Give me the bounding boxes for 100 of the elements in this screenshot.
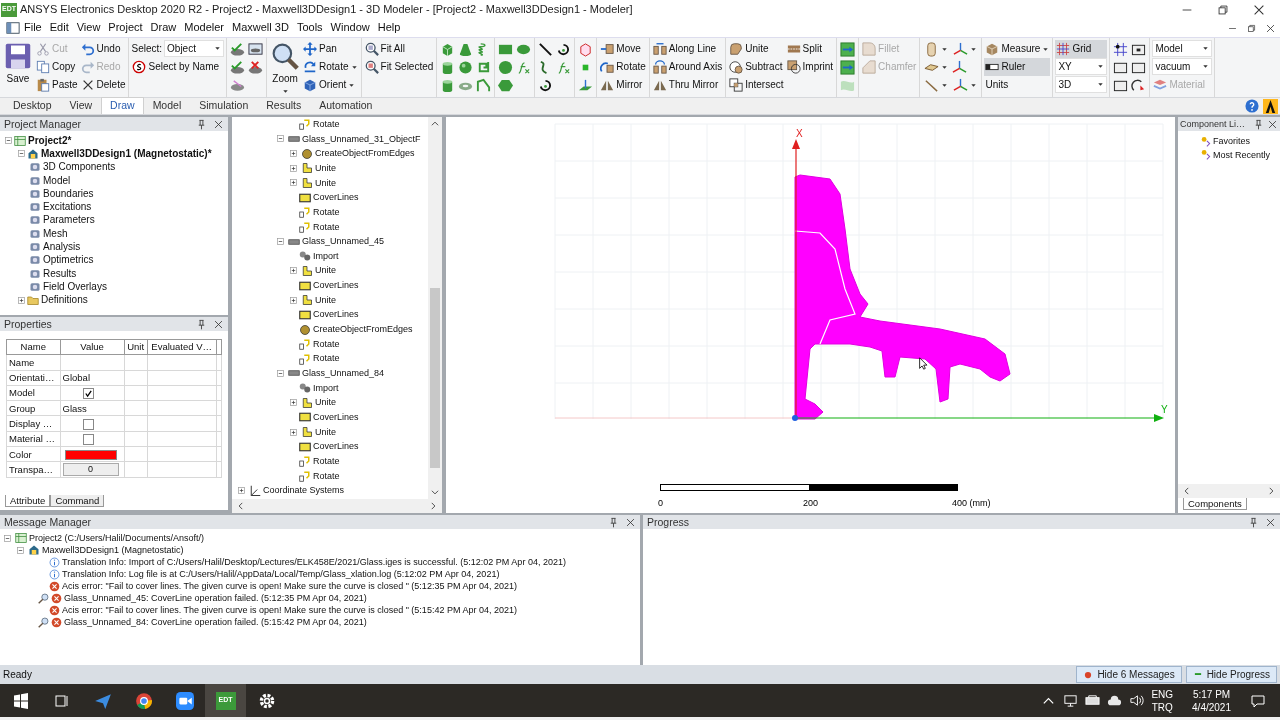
ribbon-tab[interactable]: Desktop — [4, 97, 61, 114]
tree-item[interactable]: 3D Components — [41, 161, 118, 174]
ribbon-button[interactable]: Along Line — [651, 40, 724, 58]
color-swatch[interactable] — [64, 449, 117, 460]
collapse-toggle-icon[interactable] — [2, 532, 13, 544]
pin-icon[interactable] — [608, 516, 619, 528]
monitor-icon[interactable] — [248, 41, 264, 57]
cone-icon[interactable] — [458, 41, 474, 57]
status-button[interactable]: Hide Progress — [1185, 666, 1277, 683]
circle-icon[interactable] — [498, 59, 514, 75]
tree-item[interactable]: Boundaries — [41, 187, 96, 200]
expand-toggle-icon[interactable] — [288, 162, 299, 174]
close-icon[interactable] — [625, 516, 636, 528]
pin-icon[interactable] — [1248, 516, 1259, 528]
tree-item[interactable]: Unite — [315, 294, 336, 306]
select-dropdown[interactable]: Model — [1152, 40, 1213, 57]
arc-icon[interactable] — [556, 41, 572, 57]
panel-tab[interactable]: Command — [50, 494, 105, 507]
tree-item[interactable]: Maxwell3DDesign1 (Magnetostatic)* — [39, 147, 214, 160]
ribbon-button[interactable]: Pan — [302, 40, 359, 58]
ribbon-button[interactable]: Imprint — [785, 58, 835, 76]
ribbon-button[interactable]: Fit Selected — [363, 58, 435, 76]
tree-item[interactable]: CreateObjectFromEdges — [313, 324, 413, 335]
expand-toggle-icon[interactable] — [236, 485, 247, 497]
restore-icon[interactable] — [1246, 22, 1257, 34]
close-icon[interactable] — [1265, 22, 1276, 34]
collapse-toggle-icon[interactable] — [3, 135, 14, 147]
close-icon[interactable] — [1265, 516, 1276, 528]
tree-item[interactable]: Rotate — [313, 353, 340, 365]
ribbon-button[interactable]: Split — [785, 40, 835, 58]
magnifier-icon[interactable] — [38, 616, 49, 628]
tree-item[interactable]: Field Overlays — [41, 280, 109, 293]
checkbox[interactable] — [82, 433, 94, 445]
spiral-icon[interactable] — [476, 59, 492, 75]
ribbon-button[interactable]: Intersect — [728, 76, 785, 94]
ribbon-button[interactable]: Units — [984, 76, 1051, 94]
window-icon[interactable] — [6, 21, 20, 35]
close-icon[interactable] — [213, 318, 224, 330]
tree-item[interactable]: Glass_Unnamed_84 — [302, 368, 385, 379]
menu-item[interactable]: Project — [104, 21, 147, 35]
panel-tab[interactable]: Attribute — [5, 494, 51, 507]
glass-profile-drawing[interactable] — [794, 174, 1011, 420]
speaker-icon[interactable] — [1129, 693, 1145, 708]
collapse-toggle-icon[interactable] — [275, 368, 286, 379]
line-icon[interactable] — [538, 41, 554, 57]
ribbon-button[interactable]: Undo — [79, 40, 127, 58]
tree-item[interactable]: Unite — [315, 426, 336, 438]
tree-item[interactable]: CoverLines — [313, 280, 359, 291]
close-icon[interactable] — [213, 118, 224, 130]
arrow-square-icon[interactable] — [840, 41, 856, 57]
notification-icon[interactable] — [1250, 692, 1266, 709]
tree-item[interactable]: Rotate — [313, 118, 340, 130]
status-button[interactable]: Hide 6 Messages — [1076, 666, 1182, 683]
tree-item[interactable]: Rotate — [313, 456, 340, 467]
ribbon-button[interactable]: Measure — [984, 40, 1051, 58]
tree-item[interactable]: Glass_Unnamed_31_ObjectF — [302, 133, 421, 145]
select-dropdown[interactable]: 3D — [1055, 76, 1108, 93]
expand-toggle-icon[interactable] — [288, 265, 299, 277]
ribbon-tab[interactable]: Draw — [101, 97, 144, 114]
pin-icon[interactable] — [196, 318, 207, 330]
arc-icon[interactable] — [538, 77, 554, 93]
tree-item[interactable]: CoverLines — [313, 412, 359, 423]
menu-item[interactable]: Edit — [45, 21, 73, 35]
device-icon[interactable] — [1085, 693, 1101, 708]
tree-item[interactable]: Glass_Unnamed_45 — [302, 236, 385, 247]
ribbon-button[interactable]: Rotate — [302, 58, 359, 76]
tree-item[interactable]: CoverLines — [313, 192, 359, 203]
tree-item[interactable]: Optimetrics — [41, 254, 96, 267]
tree-item[interactable]: Unite — [315, 265, 336, 277]
tree-item[interactable]: Rotate — [313, 206, 340, 218]
check-disc-icon[interactable] — [230, 41, 246, 57]
sphere-icon[interactable] — [458, 59, 474, 75]
tree-item[interactable]: Mesh — [41, 227, 70, 240]
scrollbar[interactable] — [232, 499, 442, 513]
equation-curve-icon[interactable] — [516, 59, 532, 75]
checkbox[interactable] — [82, 388, 94, 400]
box-outline-icon[interactable] — [578, 41, 594, 57]
menu-item[interactable]: Help — [373, 21, 405, 35]
ribbon-button[interactable]: Save — [2, 40, 34, 94]
tree-item[interactable]: Excitations — [41, 201, 94, 214]
hexagon-icon[interactable] — [498, 77, 514, 93]
select-dropdown[interactable]: vacuum — [1152, 58, 1213, 75]
clock-time[interactable]: 5:17 PM — [1192, 687, 1231, 701]
tree-item[interactable]: Rotate — [313, 470, 340, 482]
tree-item[interactable]: CoverLines — [313, 441, 359, 453]
ribbon-button[interactable]: Paste — [35, 76, 79, 94]
tree-item[interactable]: Unite — [315, 177, 336, 189]
tree-item[interactable]: Project2 (C:/Users/Halil/Documents/Ansoft/) — [29, 532, 205, 544]
ribbon-button[interactable]: Delete — [79, 76, 127, 94]
disc-icon[interactable] — [230, 77, 246, 93]
clock-date[interactable]: 4/4/2021 — [1192, 700, 1231, 714]
language-indicator[interactable]: ENG — [1151, 687, 1174, 701]
close-icon[interactable] — [1267, 118, 1278, 130]
cloud-icon[interactable] — [1107, 693, 1123, 708]
expand-toggle-icon[interactable] — [16, 294, 27, 306]
scrollbar[interactable] — [1178, 483, 1280, 498]
tree-item[interactable]: Coordinate Systems — [263, 485, 345, 497]
select-dropdown[interactable]: Object — [164, 40, 225, 57]
network-icon[interactable] — [1063, 693, 1079, 708]
scrollbar[interactable] — [428, 117, 442, 499]
